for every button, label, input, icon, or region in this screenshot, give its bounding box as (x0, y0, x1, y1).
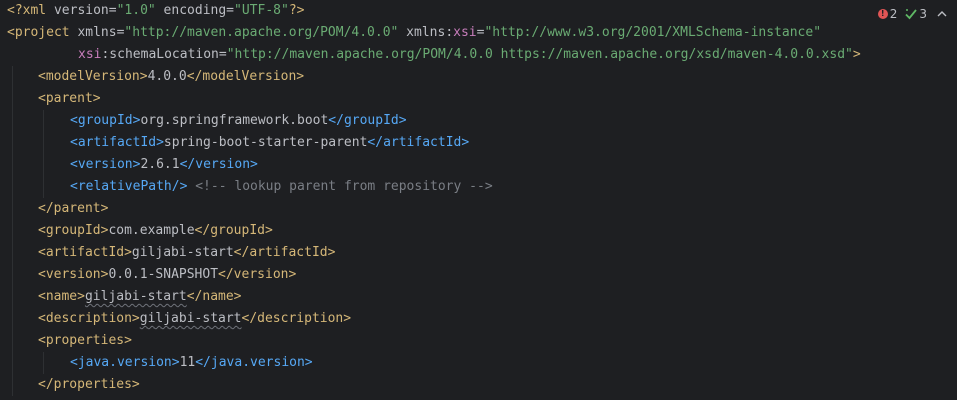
code-line: <artifactId>giljabi-start</artifactId> (0, 242, 957, 264)
code-line: <parent> (0, 88, 957, 110)
code-line: <groupId>com.example</groupId> (0, 220, 957, 242)
code-line: <version>0.0.1-SNAPSHOT</version> (0, 264, 957, 286)
code-line: <project xmlns="http://maven.apache.org/… (7, 25, 822, 40)
code-line: </properties> (0, 374, 957, 396)
code-line: </parent> (0, 198, 957, 220)
typo-highlight[interactable]: giljabi-start (85, 289, 187, 304)
code-line: <version>2.6.1</version> (0, 154, 957, 176)
project-open-tag: <project (7, 25, 70, 40)
code-editor[interactable]: ! 2 3 <?xml version="1.0" encoding="UTF-… (0, 0, 957, 400)
code-line: <groupId>org.springframework.boot</group… (0, 110, 957, 132)
code-line: <properties> (0, 330, 957, 352)
typo-highlight[interactable]: giljabi-start (140, 311, 242, 326)
code-line: <relativePath/> <!-- lookup parent from … (0, 176, 957, 198)
code-line: xsi:schemaLocation="http://maven.apache.… (78, 47, 861, 62)
code-area[interactable]: <?xml version="1.0" encoding="UTF-8"?> <… (0, 0, 957, 396)
code-line: <?xml version="1.0" encoding="UTF-8"?> (7, 3, 305, 18)
code-line: <description>giljabi-start</description> (0, 308, 957, 330)
code-line: <modelVersion>4.0.0</modelVersion> (0, 66, 957, 88)
code-line: <artifactId>spring-boot-starter-parent</… (0, 132, 957, 154)
code-line: <java.version>11</java.version> (0, 352, 957, 374)
xml-decl-open: <?xml (7, 3, 47, 18)
code-line: <name>giljabi-start</name> (0, 286, 957, 308)
